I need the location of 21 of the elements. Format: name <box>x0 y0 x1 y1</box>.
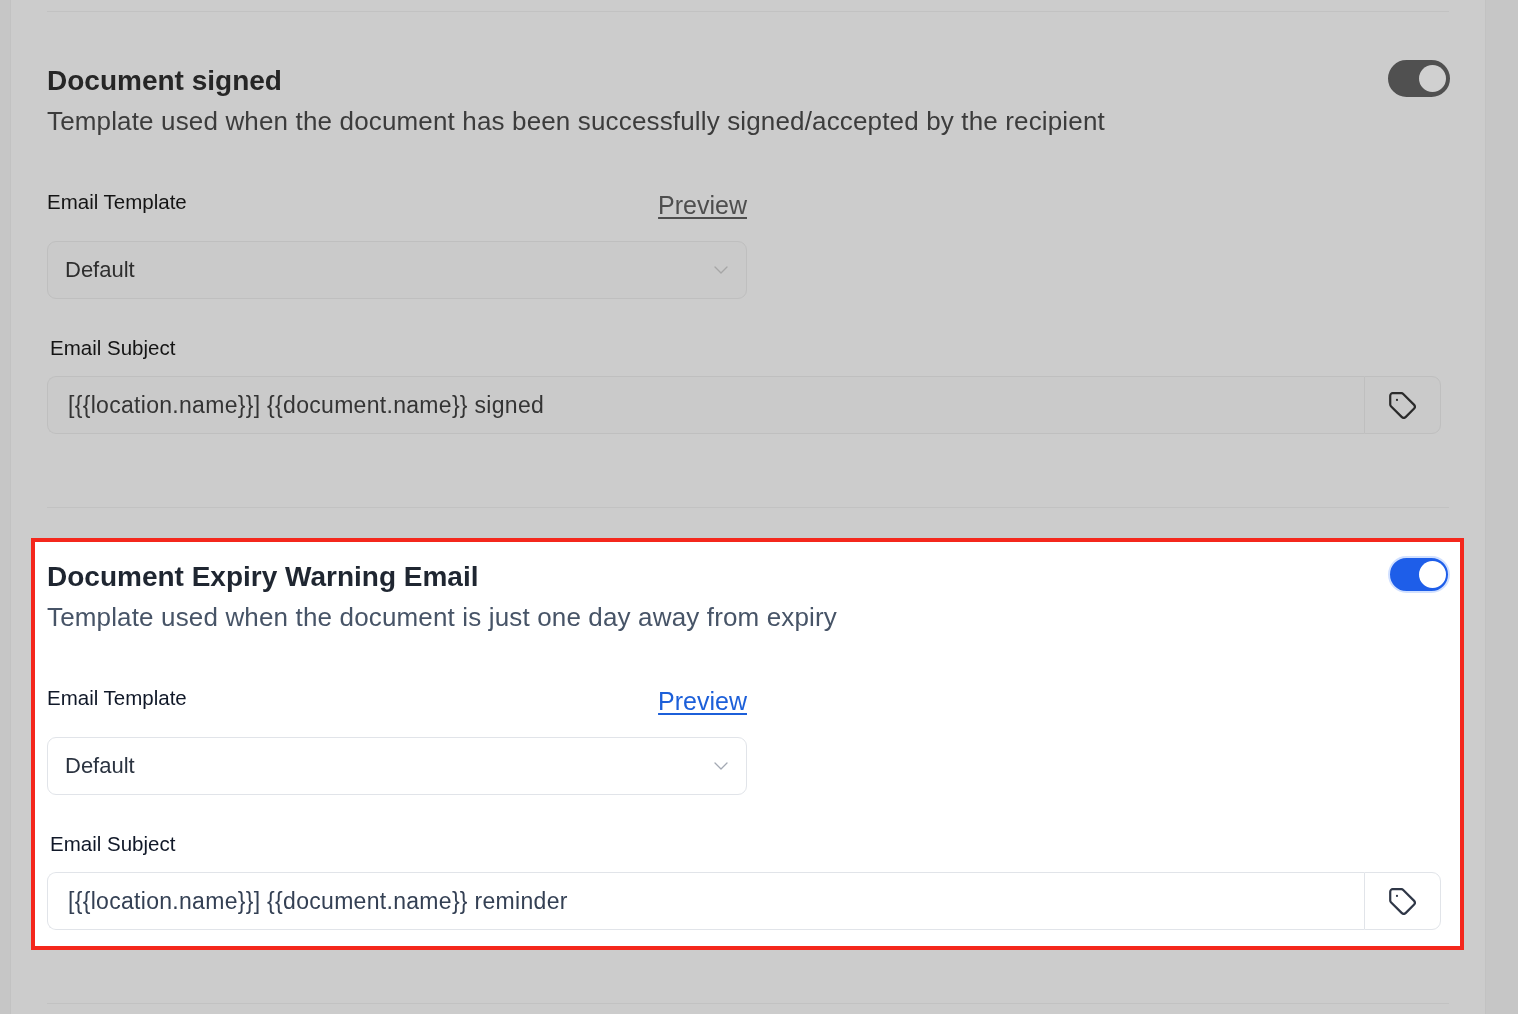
template-dropdown[interactable]: Default <box>47 737 747 795</box>
preview-link[interactable]: Preview <box>658 686 747 716</box>
section-title: Document signed <box>47 64 282 98</box>
field-label: Email Subject <box>50 336 176 360</box>
tag-button[interactable] <box>1364 376 1441 434</box>
chevron-down-icon <box>714 762 728 770</box>
field-label: Email Subject <box>50 832 176 856</box>
section-description: Template used when the document is just one day away from expiry <box>47 602 837 632</box>
field-label: Email Template <box>47 190 187 214</box>
section-description: Template used when the document has been successfully signed/accepted by the recipient <box>47 106 1105 136</box>
chevron-down-icon <box>714 266 728 274</box>
field-label: Email Template <box>47 686 187 710</box>
subject-field[interactable]: [{{location.name}}] {{document.name}} reminder <box>47 872 1364 930</box>
preview-link[interactable]: Preview <box>658 190 747 220</box>
tag-icon <box>1389 887 1416 915</box>
section-title: Document Expiry Warning Email <box>47 560 479 594</box>
subject-field[interactable]: [{{location.name}}] {{document.name}} signed <box>47 376 1364 434</box>
template-dropdown[interactable]: Default <box>47 241 747 299</box>
tag-button[interactable] <box>1364 872 1441 930</box>
tag-icon <box>1389 391 1416 419</box>
toggle-switch[interactable] <box>1388 60 1450 97</box>
